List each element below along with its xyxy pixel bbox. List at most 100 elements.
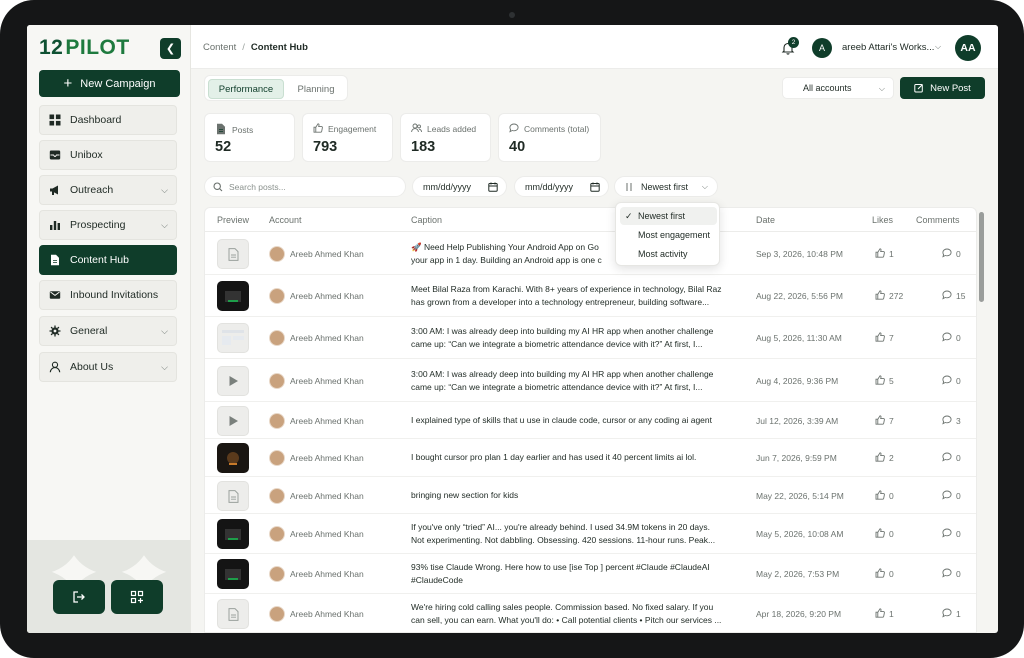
date-from-field[interactable]: mm/dd/yyyy bbox=[412, 176, 507, 197]
post-preview-thumbnail[interactable] bbox=[217, 519, 249, 549]
post-preview-thumbnail[interactable] bbox=[217, 239, 249, 269]
column-preview: Preview bbox=[217, 215, 250, 225]
breadcrumb-parent[interactable]: Content bbox=[203, 42, 236, 53]
post-preview-thumbnail[interactable] bbox=[217, 281, 249, 311]
calendar-icon[interactable] bbox=[590, 182, 600, 192]
table-row[interactable]: Areeb Ahmed Khan I bought cursor pro plan… bbox=[205, 439, 976, 477]
table-row[interactable]: Areeb Ahmed Khan 🚀 Need Help Publishing Y… bbox=[205, 233, 976, 275]
post-preview-thumbnail[interactable] bbox=[217, 406, 249, 436]
sidebar-item-unibox[interactable]: Unibox bbox=[39, 140, 177, 170]
calendar-icon[interactable] bbox=[488, 182, 498, 192]
logout-button[interactable] bbox=[53, 580, 105, 614]
sidebar-item-general[interactable]: General ⌵ bbox=[39, 316, 177, 346]
edit-icon bbox=[914, 84, 924, 93]
sort-option-label: Most activity bbox=[638, 249, 688, 259]
post-caption[interactable]: 3:00 AM: I was already deep into buildin… bbox=[411, 368, 736, 394]
comments-count: 15 bbox=[942, 290, 965, 302]
tab-planning[interactable]: Planning bbox=[287, 79, 345, 99]
chevron-down-icon[interactable]: ⌵ bbox=[161, 326, 168, 337]
post-date: May 5, 2026, 10:08 AM bbox=[756, 529, 844, 539]
account-name[interactable]: Areeb Ahmed Khan bbox=[290, 249, 364, 259]
accounts-select[interactable]: All accounts ⌵ bbox=[782, 77, 894, 99]
logo[interactable]: 12 PILOT bbox=[39, 36, 130, 59]
post-preview-thumbnail[interactable] bbox=[217, 443, 249, 473]
date-to-field[interactable]: mm/dd/yyyy bbox=[514, 176, 609, 197]
sidebar-item-content-hub[interactable]: Content Hub bbox=[39, 245, 177, 275]
caption-line: I explained type of skills that u use in… bbox=[411, 415, 712, 425]
sort-option-most-engagement[interactable]: Most engagement bbox=[620, 226, 717, 244]
chevron-down-icon[interactable]: ⌵ bbox=[161, 362, 168, 373]
post-caption[interactable]: I explained type of skills that u use in… bbox=[411, 414, 736, 427]
document-icon bbox=[228, 607, 238, 621]
table-row[interactable]: Areeb Ahmed Khan We're hiring cold callin… bbox=[205, 594, 976, 632]
workspace-name[interactable]: areeb Attari's Works... bbox=[842, 42, 934, 53]
account-name[interactable]: Areeb Ahmed Khan bbox=[290, 491, 364, 501]
account-name[interactable]: Areeb Ahmed Khan bbox=[290, 376, 364, 386]
sort-option-most-activity[interactable]: Most activity bbox=[620, 245, 717, 263]
table-row[interactable]: Areeb Ahmed Khan Meet Bilal Raza from Kar… bbox=[205, 275, 976, 317]
post-caption[interactable]: If you've only “tried” AI... you're alre… bbox=[411, 521, 736, 547]
post-date: May 22, 2026, 5:14 PM bbox=[756, 491, 844, 501]
chevron-down-icon[interactable]: ⌵ bbox=[935, 42, 941, 52]
caption-line: 93% tise Claude Wrong. Here how to use [… bbox=[411, 562, 710, 572]
sidebar-item-inbound-invitations[interactable]: Inbound Invitations bbox=[39, 280, 177, 310]
post-preview-thumbnail[interactable] bbox=[217, 323, 249, 353]
check-icon: ✓ bbox=[625, 211, 633, 221]
account-name[interactable]: Areeb Ahmed Khan bbox=[290, 291, 364, 301]
post-caption[interactable]: 3:00 AM: I was already deep into buildin… bbox=[411, 325, 736, 351]
sidebar-item-dashboard[interactable]: Dashboard bbox=[39, 105, 177, 135]
post-preview-thumbnail[interactable] bbox=[217, 366, 249, 396]
account-name[interactable]: Areeb Ahmed Khan bbox=[290, 416, 364, 426]
sort-select[interactable]: Newest first ⌵ bbox=[614, 176, 718, 197]
post-preview-thumbnail[interactable] bbox=[217, 481, 249, 511]
post-caption[interactable]: We're hiring cold calling sales people. … bbox=[411, 601, 736, 627]
workspace-avatar[interactable]: A bbox=[812, 38, 832, 58]
new-campaign-button[interactable]: + New Campaign bbox=[39, 70, 180, 97]
table-row[interactable]: Areeb Ahmed Khan If you've only “tried” A… bbox=[205, 514, 976, 554]
add-app-button[interactable] bbox=[111, 580, 163, 614]
collapse-sidebar-button[interactable]: ❮ bbox=[160, 38, 181, 59]
column-account: Account bbox=[269, 215, 302, 225]
posts-table: Preview Account Caption Date Likes Comme… bbox=[204, 207, 977, 633]
user-avatar[interactable]: AA bbox=[955, 35, 981, 61]
likes-count: 0 bbox=[875, 490, 894, 502]
table-row[interactable]: Areeb Ahmed Khan bringing new section for… bbox=[205, 477, 976, 514]
table-row[interactable]: Areeb Ahmed Khan 3:00 AM: I was already d… bbox=[205, 317, 976, 359]
account-name[interactable]: Areeb Ahmed Khan bbox=[290, 609, 364, 619]
sidebar-item-prospecting[interactable]: Prospecting ⌵ bbox=[39, 210, 177, 240]
post-date: Aug 5, 2026, 11:30 AM bbox=[756, 333, 842, 343]
sidebar-item-outreach[interactable]: Outreach ⌵ bbox=[39, 175, 177, 205]
account-name[interactable]: Areeb Ahmed Khan bbox=[290, 333, 364, 343]
search-input[interactable] bbox=[229, 181, 389, 192]
tab-performance[interactable]: Performance bbox=[208, 79, 284, 99]
megaphone-icon bbox=[48, 183, 62, 197]
sort-option-newest-first[interactable]: ✓ Newest first bbox=[620, 207, 717, 225]
chevron-down-icon[interactable]: ⌵ bbox=[161, 220, 168, 231]
thumbs-up-icon bbox=[875, 290, 885, 302]
stat-value: 793 bbox=[313, 139, 338, 155]
comment-icon bbox=[942, 375, 952, 387]
account-name[interactable]: Areeb Ahmed Khan bbox=[290, 569, 364, 579]
account-name[interactable]: Areeb Ahmed Khan bbox=[290, 453, 364, 463]
post-caption[interactable]: bringing new section for kids bbox=[411, 489, 736, 502]
post-caption[interactable]: I bought cursor pro plan 1 day earlier a… bbox=[411, 451, 736, 464]
likes-count: 5 bbox=[875, 375, 894, 387]
table-scrollbar[interactable] bbox=[979, 212, 984, 302]
table-row[interactable]: Areeb Ahmed Khan 93% tise Claude Wrong. H… bbox=[205, 554, 976, 594]
post-preview-thumbnail[interactable] bbox=[217, 599, 249, 629]
sidebar-item-about-us[interactable]: About Us ⌵ bbox=[39, 352, 177, 382]
chevron-down-icon[interactable]: ⌵ bbox=[161, 185, 168, 196]
table-header: Preview Account Caption Date Likes Comme… bbox=[205, 208, 976, 232]
table-row[interactable]: Areeb Ahmed Khan I explained type of skil… bbox=[205, 402, 976, 439]
account-name[interactable]: Areeb Ahmed Khan bbox=[290, 529, 364, 539]
comments-value: 0 bbox=[956, 491, 961, 501]
document-icon bbox=[215, 123, 227, 137]
table-row[interactable]: Areeb Ahmed Khan 3:00 AM: I was already d… bbox=[205, 359, 976, 402]
account-avatar bbox=[269, 330, 285, 346]
users-icon bbox=[411, 123, 422, 135]
thumbs-up-icon bbox=[875, 568, 885, 580]
new-post-button[interactable]: New Post bbox=[900, 77, 985, 99]
post-preview-thumbnail[interactable] bbox=[217, 559, 249, 589]
post-caption[interactable]: 93% tise Claude Wrong. Here how to use [… bbox=[411, 561, 736, 587]
post-caption[interactable]: Meet Bilal Raza from Karachi. With 8+ ye… bbox=[411, 283, 736, 309]
